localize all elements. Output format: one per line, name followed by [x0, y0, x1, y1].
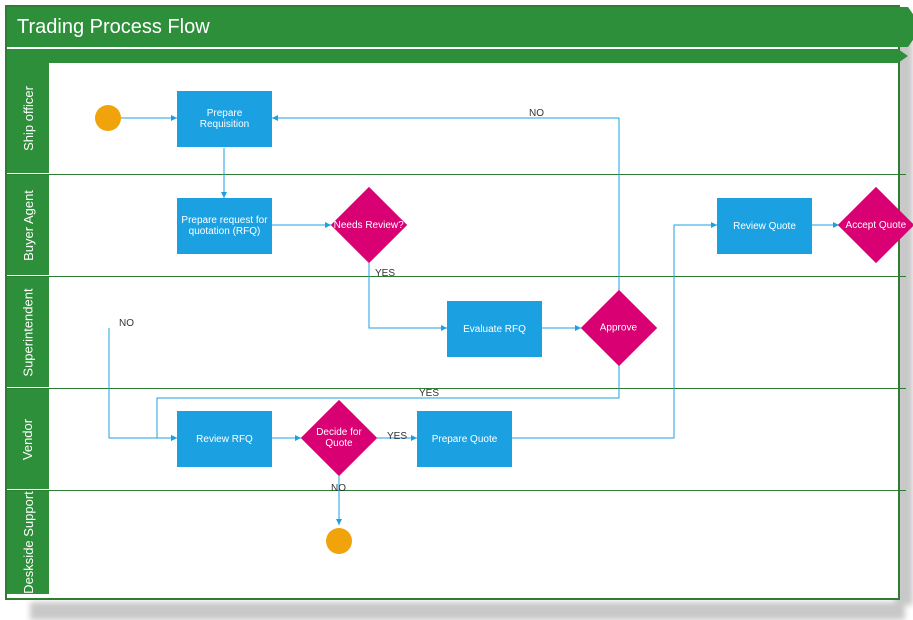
diagram-canvas: Prepare Requisition Prepare request for … [49, 63, 906, 613]
node-review-rfq: Review RFQ [177, 411, 272, 467]
lane-ship-officer: Ship officer [7, 63, 49, 173]
lane-vendor: Vendor [7, 389, 49, 489]
edge-label-yes: YES [419, 388, 439, 399]
edge-label-no: NO [119, 318, 134, 329]
lane-label: Buyer Agent [21, 190, 36, 261]
node-label: Prepare Requisition [181, 108, 268, 130]
start-node [95, 105, 121, 131]
node-label: Evaluate RFQ [463, 324, 526, 335]
sub-ribbon [7, 49, 898, 63]
edge-label-yes: YES [387, 431, 407, 442]
lane-label: Ship officer [21, 86, 36, 151]
lane-label: Superintendent [21, 288, 36, 376]
end-node [326, 528, 352, 554]
node-label: Review Quote [733, 221, 796, 232]
lane-superintendent: Superintendent [7, 277, 49, 387]
node-label: Prepare Quote [432, 434, 498, 445]
node-review-quote: Review Quote [717, 198, 812, 254]
node-label: Decide for Quote [312, 427, 366, 449]
edge-label-yes: YES [375, 268, 395, 279]
edge-label-no: NO [331, 483, 346, 494]
node-prepare-rfq: Prepare request for quotation (RFQ) [177, 198, 272, 254]
lane-header-column: Ship officer Buyer Agent Superintendent … [7, 63, 49, 613]
node-evaluate-rfq: Evaluate RFQ [447, 301, 542, 357]
diagram-stage: Trading Process Flow Ship officer Buyer … [0, 0, 913, 620]
lane-deskside-support: Deskside Support [7, 491, 49, 594]
edge-label-no: NO [529, 108, 544, 119]
node-label: Needs Review? [334, 220, 404, 231]
lane-label: Vendor [20, 418, 35, 459]
lane-buyer-agent: Buyer Agent [7, 175, 49, 275]
node-prepare-requisition: Prepare Requisition [177, 91, 272, 147]
node-label: Prepare request for quotation (RFQ) [181, 215, 268, 237]
node-label: Approve [600, 323, 637, 334]
node-label: Review RFQ [196, 434, 253, 445]
node-prepare-quote: Prepare Quote [417, 411, 512, 467]
node-label: Accept Quote [846, 220, 907, 231]
lane-label: Deskside Support [21, 491, 36, 594]
